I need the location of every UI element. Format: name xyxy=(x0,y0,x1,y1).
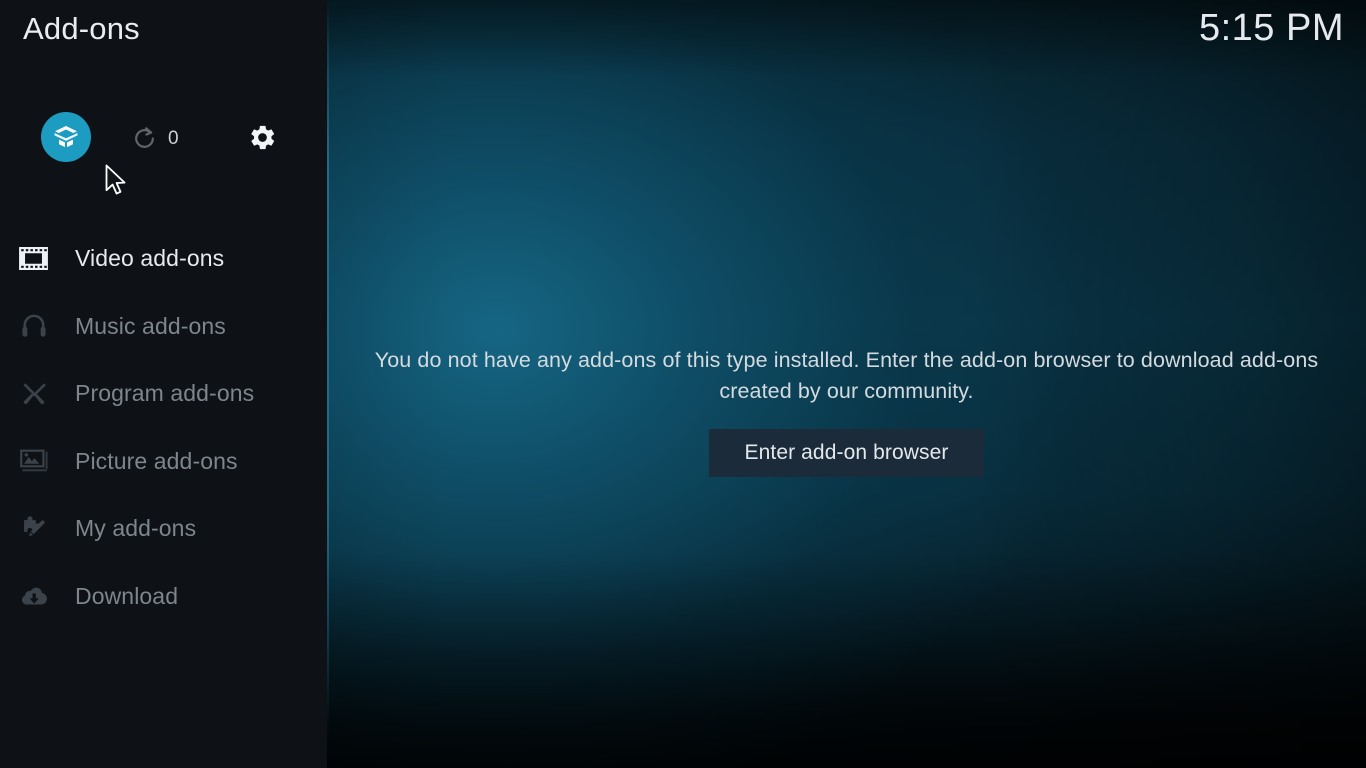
sidebar-item-label: Program add-ons xyxy=(75,380,255,407)
tools-icon xyxy=(17,377,50,410)
enter-addon-browser-button[interactable]: Enter add-on browser xyxy=(708,429,985,478)
clock: 5:15 PM xyxy=(1198,7,1344,49)
page-title: Add-ons xyxy=(23,11,140,46)
update-status-group[interactable]: 0 xyxy=(132,122,179,154)
sidebar-list: Video add-ons Music add-ons Program add-… xyxy=(0,225,327,630)
sidebar-item-download[interactable]: Download xyxy=(0,563,327,631)
headphones-icon xyxy=(17,310,50,343)
refresh-icon[interactable] xyxy=(132,126,157,151)
sidebar-item-label: Picture add-ons xyxy=(75,447,238,474)
sidebar-item-my-add-ons[interactable]: My add-ons xyxy=(0,495,327,563)
sidebar-item-label: Video add-ons xyxy=(75,245,225,272)
sidebar-item-label: Download xyxy=(75,582,179,609)
sidebar-nav-row: 0 xyxy=(0,112,327,166)
empty-state-message: You do not have any add-ons of this type… xyxy=(374,348,1319,403)
sidebar-item-video-add-ons[interactable]: Video add-ons xyxy=(0,225,327,293)
film-strip-icon xyxy=(17,242,50,275)
addon-box-icon xyxy=(52,123,80,151)
picture-icon xyxy=(17,445,50,478)
sidebar-item-label: Music add-ons xyxy=(75,312,226,339)
sidebar-item-picture-add-ons[interactable]: Picture add-ons xyxy=(0,428,327,496)
sidebar-item-label: My add-ons xyxy=(75,515,197,542)
sidebar-item-music-add-ons[interactable]: Music add-ons xyxy=(0,293,327,361)
puzzle-tool-icon xyxy=(17,512,50,545)
sidebar: Add-ons 0 Video add-ons Music add-ons Pr… xyxy=(0,0,327,768)
update-count: 0 xyxy=(168,127,179,149)
settings-button[interactable] xyxy=(246,121,279,154)
gear-icon xyxy=(248,123,277,152)
cloud-download-icon xyxy=(17,580,50,613)
empty-state: You do not have any add-ons of this type… xyxy=(327,345,1366,478)
addon-browser-button[interactable] xyxy=(41,112,91,162)
sidebar-item-program-add-ons[interactable]: Program add-ons xyxy=(0,360,327,428)
kodi-addons-screen: 5:15 PM Add-ons 0 Video add-ons Music ad… xyxy=(0,0,1366,768)
